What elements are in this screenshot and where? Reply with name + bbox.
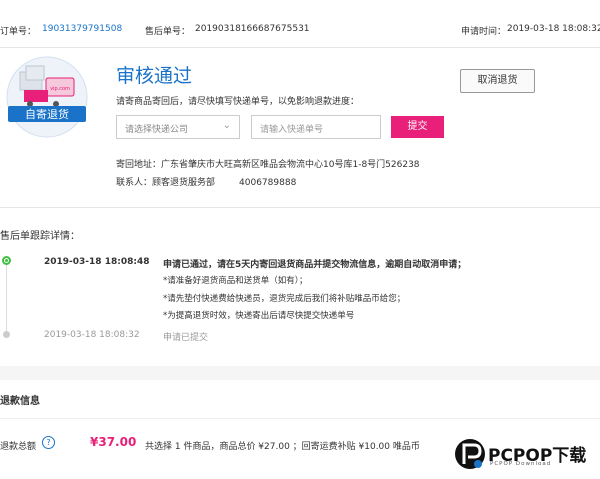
event-time: 2019-03-18 18:08:48 (44, 257, 150, 267)
tracking-hint: 请寄商品寄回后，请尽快填写快递单号，以免影响退款进度： (116, 97, 360, 107)
return-address: 寄回地址：广东省肇庆市大旺高新区唯品会物流中心10号库1-8号门526238 (116, 157, 420, 170)
order-label: 订单号： (0, 27, 37, 37)
event-note: *为提高退货时效，快递寄出后请尽快提交快递单号 (163, 311, 355, 321)
submit-button[interactable]: 提交 (391, 116, 444, 138)
address-value: 广东省肇庆市大旺高新区唯品会物流中心10号库1-8号门526238 (161, 160, 420, 170)
courier-select-placeholder: 请选择快递公司 (125, 125, 189, 135)
refund-title: 退款信息 (0, 396, 40, 407)
timeline-line (6, 262, 7, 334)
refund-total-label: 退款总额 (0, 442, 37, 452)
refund-amount: ¥37.00 (90, 435, 137, 449)
chevron-down-icon: ⌄ (222, 120, 231, 131)
refund-summary: 共选择 1 件商品，商品总价 ¥27.00 ；回寄运费补贴 ¥10.00 唯品币 (145, 442, 420, 452)
event-message: 申请已通过，请在5天内寄回退货商品并提交物流信息，逾期自动取消申请； (163, 260, 467, 270)
help-icon[interactable]: ? (42, 436, 55, 449)
contact-info: 联系人：顾客退货服务部 4006789888 (116, 175, 296, 188)
address-label: 寄回地址： (116, 160, 162, 170)
timeline-active-dot (2, 256, 11, 265)
contact-phone: 4006789888 (239, 178, 297, 188)
refund-divider (0, 418, 600, 419)
watermark-sub: PCPOP Download (490, 461, 552, 467)
self-return-badge-icon: vip.com 自寄退货 (6, 56, 88, 138)
order-header: 订单号： 19031379791508 售后单号： 20190318166687… (0, 24, 600, 38)
tracking-title: 售后单跟踪详情： (0, 231, 80, 242)
contact-name: 顾客退货服务部 (152, 178, 216, 188)
order-number-link[interactable]: 19031379791508 (42, 24, 122, 34)
badge-box-text: vip.com (50, 86, 70, 92)
timeline-past-dot (3, 331, 10, 338)
cancel-return-button[interactable]: 取消退货 (460, 69, 535, 93)
status-title: 审核通过 (116, 65, 193, 87)
aftersale-number: 20190318166687675531 (195, 24, 310, 34)
badge-text: 自寄退货 (25, 107, 69, 121)
contact-label: 联系人： (116, 178, 153, 188)
tracking-number-input[interactable]: 请输入快递单号 (251, 115, 381, 139)
event-message: 申请已提交 (163, 333, 209, 343)
event-note: *请准备好退货商品和送货单（如有）； (163, 276, 308, 286)
apply-time: 2019-03-18 18:08:32 (507, 24, 600, 34)
aftersale-panel: 订单号： 19031379791508 售后单号： 20190318166687… (0, 0, 600, 366)
event-time: 2019-03-18 18:08:32 (44, 330, 140, 340)
courier-select[interactable]: 请选择快递公司 ⌄ (116, 115, 240, 139)
header-divider (0, 47, 600, 48)
aftersale-label: 售后单号： (145, 27, 191, 37)
event-note: *请先垫付快递费给快递员，退货完成后我们将补贴唯品币给您； (163, 294, 406, 304)
section-divider (0, 207, 600, 208)
apply-time-label: 申请时间： (461, 27, 507, 37)
